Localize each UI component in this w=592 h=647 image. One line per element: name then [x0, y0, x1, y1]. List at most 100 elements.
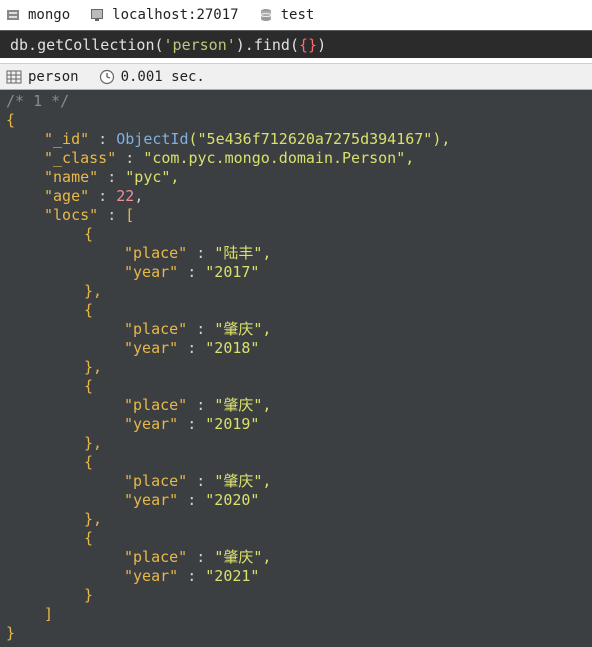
field-age-comma: , [134, 187, 144, 205]
loc-close: } [84, 586, 94, 604]
loc-year-value: "2018" [205, 339, 260, 357]
database-label: test [280, 7, 315, 23]
breadcrumb-server[interactable]: localhost:27017 [90, 7, 239, 23]
result-collection[interactable]: person [6, 69, 79, 85]
loc-place: "place" : "陆丰", [124, 244, 271, 263]
loc-year-sep: : [178, 491, 206, 509]
result-time-label: 0.001 sec. [120, 68, 205, 85]
loc-year-value: "2020" [205, 491, 260, 509]
field-id-func: ObjectId [116, 130, 189, 148]
field-age: "age" : 22, [44, 187, 143, 206]
field-name: "name" : "pyc", [44, 168, 179, 187]
field-id-sep: : [89, 130, 117, 148]
doc-comment: /* 1 */ [6, 92, 70, 110]
result-time: 0.001 sec. [99, 69, 205, 85]
loc-place: "place" : "肇庆", [124, 320, 271, 339]
loc-year-key: "year" [124, 491, 179, 509]
field-class-key: "_class" [44, 149, 117, 167]
loc-year-key: "year" [124, 339, 179, 357]
doc-close-brace: } [6, 624, 16, 642]
loc-place-key: "place" [124, 320, 188, 338]
loc-year-sep: : [178, 339, 206, 357]
loc-place-sep: : [187, 244, 215, 262]
field-id-key: "_id" [44, 130, 90, 148]
monitor-icon [90, 8, 104, 22]
field-age-sep: : [89, 187, 117, 205]
loc-year-key: "year" [124, 263, 179, 281]
table-icon [6, 69, 22, 85]
loc-place-sep: : [187, 320, 215, 338]
query-braces: {} [299, 35, 318, 54]
result-document[interactable]: /* 1 */ { "_id" : ObjectId("5e436f712620… [0, 90, 592, 647]
loc-year-key: "year" [124, 567, 179, 585]
breadcrumb: mongo localhost:27017 test [0, 0, 592, 31]
loc-year-value: "2017" [205, 263, 260, 281]
loc-place-key: "place" [124, 548, 188, 566]
result-bar: person 0.001 sec. [0, 63, 592, 90]
loc-place: "place" : "肇庆", [124, 472, 271, 491]
clock-icon [99, 69, 115, 85]
loc-close: }, [84, 358, 103, 376]
loc-year-value: "2019" [205, 415, 260, 433]
locs-close-bracket: ] [44, 605, 54, 623]
field-locs-open: [ [125, 206, 135, 224]
breadcrumb-connection[interactable]: mongo [6, 7, 70, 23]
loc-place-value: "陆丰", [214, 244, 272, 262]
doc-open-brace: { [6, 111, 16, 129]
loc-place-sep: : [187, 548, 215, 566]
query-collection-arg: 'person' [163, 35, 236, 54]
field-age-key: "age" [44, 187, 90, 205]
server-icon [6, 8, 20, 22]
query-editor[interactable]: db.getCollection('person').find({}) [0, 30, 592, 59]
loc-open: { [84, 301, 94, 319]
loc-year: "year" : "2019" [124, 415, 259, 434]
query-prefix: db.getCollection( [10, 35, 164, 54]
loc-year-value: "2021" [205, 567, 260, 585]
database-icon [259, 8, 273, 22]
loc-place-value: "肇庆", [214, 396, 272, 414]
field-id-value: ("5e436f712620a7275d394167"), [188, 130, 451, 148]
loc-year: "year" : "2021" [124, 567, 259, 586]
loc-place-sep: : [187, 472, 215, 490]
field-id: "_id" : ObjectId("5e436f712620a7275d3941… [44, 130, 450, 149]
query-mid: ).find( [235, 35, 299, 54]
field-name-key: "name" [44, 168, 99, 186]
field-class: "_class" : "com.pyc.mongo.domain.Person"… [44, 149, 414, 168]
loc-year-sep: : [178, 567, 206, 585]
loc-year-sep: : [178, 415, 206, 433]
loc-year: "year" : "2018" [124, 339, 259, 358]
result-collection-label: person [28, 68, 79, 85]
connection-label: mongo [28, 7, 71, 23]
loc-open: { [84, 453, 94, 471]
query-suffix: ) [317, 35, 327, 54]
loc-open: { [84, 377, 94, 395]
breadcrumb-database[interactable]: test [259, 7, 315, 23]
field-locs-sep: : [98, 206, 126, 224]
server-label: localhost:27017 [112, 7, 239, 23]
field-age-value: 22 [116, 187, 135, 205]
loc-place-value: "肇庆", [214, 548, 272, 566]
query-text[interactable]: db.getCollection('person').find({}) [10, 36, 326, 54]
loc-year: "year" : "2020" [124, 491, 259, 510]
loc-open: { [84, 225, 94, 243]
loc-place: "place" : "肇庆", [124, 548, 271, 567]
loc-place-key: "place" [124, 472, 188, 490]
loc-year: "year" : "2017" [124, 263, 259, 282]
loc-open: { [84, 529, 94, 547]
loc-place-value: "肇庆", [214, 320, 272, 338]
loc-year-key: "year" [124, 415, 179, 433]
field-locs: "locs" : [ [44, 206, 134, 225]
loc-place-sep: : [187, 396, 215, 414]
loc-place-key: "place" [124, 396, 188, 414]
loc-year-sep: : [178, 263, 206, 281]
field-name-sep: : [98, 168, 126, 186]
loc-place-value: "肇庆", [214, 472, 272, 490]
loc-close: }, [84, 510, 103, 528]
field-locs-key: "locs" [44, 206, 99, 224]
loc-place-key: "place" [124, 244, 188, 262]
loc-close: }, [84, 282, 103, 300]
field-name-value: "pyc", [125, 168, 180, 186]
loc-close: }, [84, 434, 103, 452]
field-class-value: "com.pyc.mongo.domain.Person", [143, 149, 415, 167]
loc-place: "place" : "肇庆", [124, 396, 271, 415]
